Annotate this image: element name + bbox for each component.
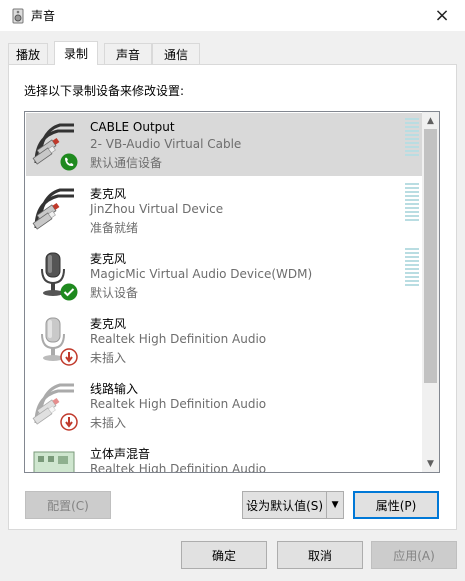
scroll-down-arrow-icon[interactable]: ▼ bbox=[422, 455, 439, 472]
rca-cable-icon bbox=[32, 188, 74, 230]
device-status: 准备就绪 bbox=[90, 221, 139, 235]
device-description: Realtek High Definition Audio bbox=[90, 397, 267, 411]
close-icon: × bbox=[434, 4, 450, 26]
cancel-button[interactable]: 取消 bbox=[277, 541, 363, 569]
device-description: Realtek High Definition Audio bbox=[90, 332, 267, 346]
check-badge-icon bbox=[60, 283, 78, 301]
device-item[interactable]: 麦克风 JinZhou Virtual Device 准备就绪 bbox=[26, 178, 423, 241]
tab-communications[interactable]: 通信 bbox=[152, 43, 200, 64]
scroll-up-arrow-icon[interactable]: ▲ bbox=[422, 112, 439, 129]
dropdown-arrow-icon[interactable]: ▼ bbox=[326, 492, 343, 518]
ok-button[interactable]: 确定 bbox=[181, 541, 267, 569]
configure-button[interactable]: 配置(C) bbox=[25, 491, 111, 519]
level-meter bbox=[405, 248, 419, 288]
device-item[interactable]: 麦克风 Realtek High Definition Audio 未插入 bbox=[26, 308, 423, 371]
device-description: JinZhou Virtual Device bbox=[90, 202, 224, 216]
tab-sounds[interactable]: 声音 bbox=[104, 43, 152, 64]
close-button[interactable]: × bbox=[419, 0, 465, 31]
device-item[interactable]: CABLE Output 2- VB-Audio Virtual Cable 默… bbox=[26, 113, 423, 176]
device-name: 麦克风 bbox=[90, 187, 127, 201]
device-status: 默认设备 bbox=[90, 286, 139, 300]
device-status: 未插入 bbox=[90, 416, 127, 430]
unplugged-badge-icon bbox=[60, 413, 78, 431]
tab-playback[interactable]: 播放 bbox=[8, 43, 48, 64]
apply-button[interactable]: 应用(A) bbox=[371, 541, 457, 569]
device-item[interactable]: 立体声混音 Realtek High Definition Audio bbox=[26, 438, 423, 473]
scrollbar[interactable]: ▲ ▼ bbox=[422, 112, 439, 472]
level-meter bbox=[405, 118, 419, 158]
device-name: CABLE Output bbox=[90, 120, 175, 134]
device-status: 默认通信设备 bbox=[90, 156, 163, 170]
title-bar: 声音 × bbox=[0, 0, 465, 31]
device-status: 未插入 bbox=[90, 351, 127, 365]
properties-button[interactable]: 属性(P) bbox=[353, 491, 439, 519]
tab-recording[interactable]: 录制 bbox=[54, 41, 98, 65]
sound-card-icon bbox=[33, 451, 75, 472]
device-name: 麦克风 bbox=[90, 317, 127, 331]
device-description: 2- VB-Audio Virtual Cable bbox=[90, 137, 242, 151]
set-default-label[interactable]: 设为默认值(S) bbox=[243, 492, 326, 518]
level-meter bbox=[405, 183, 419, 223]
device-description: MagicMic Virtual Audio Device(WDM) bbox=[90, 267, 313, 281]
device-list[interactable]: CABLE Output 2- VB-Audio Virtual Cable 默… bbox=[24, 111, 440, 473]
window-title: 声音 bbox=[31, 9, 56, 23]
phone-badge-icon bbox=[60, 153, 78, 171]
device-description: Realtek High Definition Audio bbox=[90, 462, 267, 473]
device-name: 线路输入 bbox=[90, 382, 139, 396]
speaker-icon bbox=[12, 8, 24, 24]
device-item[interactable]: 线路输入 Realtek High Definition Audio 未插入 bbox=[26, 373, 423, 436]
recording-panel: 选择以下录制设备来修改设置: CABLE Output 2- VB-Audio … bbox=[8, 64, 457, 530]
device-name: 立体声混音 bbox=[90, 447, 151, 461]
device-name: 麦克风 bbox=[90, 252, 127, 266]
unplugged-badge-icon bbox=[60, 348, 78, 366]
set-default-button[interactable]: 设为默认值(S) ▼ bbox=[242, 491, 344, 519]
panel-instruction: 选择以下录制设备来修改设置: bbox=[24, 84, 185, 98]
scroll-thumb[interactable] bbox=[424, 129, 437, 383]
device-item[interactable]: 麦克风 MagicMic Virtual Audio Device(WDM) 默… bbox=[26, 243, 423, 306]
